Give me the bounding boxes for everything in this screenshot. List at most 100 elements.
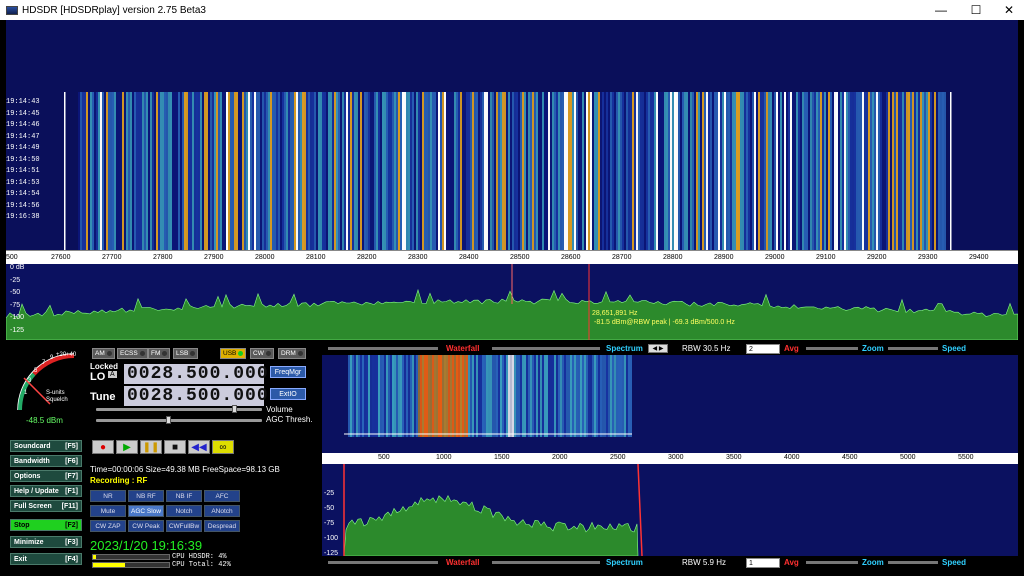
zoom-slider[interactable] (806, 347, 858, 350)
speed-slider[interactable] (888, 347, 938, 350)
af-wf-contrast-slider[interactable] (328, 561, 438, 564)
af-spectrum[interactable]: -25 -50 -75 -100 -125 (322, 464, 1018, 557)
side-button-label: Stop (14, 521, 30, 529)
agc-threshold-label: AGC Thresh. (266, 415, 313, 424)
mode-fm-button[interactable]: FM (148, 348, 171, 359)
dsp-notch-button[interactable]: Notch (166, 505, 202, 517)
dsp-nb-rf-button[interactable]: NB RF (128, 490, 164, 502)
smeter-tick: 9 (50, 355, 54, 361)
dsp-cw-peak-button[interactable]: CW Peak (128, 520, 164, 532)
dsp-nr-button[interactable]: NR (90, 490, 126, 502)
pause-button[interactable]: ❚❚ (140, 440, 162, 454)
play-button[interactable]: ▶ (116, 440, 138, 454)
spectrum-contrast-slider[interactable] (492, 347, 600, 350)
side-button-key: [F4] (65, 555, 78, 563)
dsp-mute-button[interactable]: Mute (90, 505, 126, 517)
af-frequency-tick: 1000 (436, 454, 452, 461)
side-button-help-update[interactable]: Help / Update [F1] (10, 485, 82, 497)
close-window-button[interactable]: ✕ (994, 0, 1024, 20)
af-rbw-select[interactable]: 1 (746, 558, 780, 568)
stop-playback-button[interactable]: ■ (164, 440, 186, 454)
side-button-key: [F7] (65, 472, 78, 480)
lo-label: LO (90, 371, 106, 383)
maximize-window-button[interactable]: ☐ (961, 0, 991, 20)
side-button-key: [F2] (65, 521, 78, 529)
frequency-tick: 28000 (255, 254, 275, 261)
frequency-tick: 29200 (867, 254, 887, 261)
spectrum-db-label: -25 (10, 276, 21, 284)
side-button-exit[interactable]: Exit [F4] (10, 553, 82, 565)
side-button-options[interactable]: Options [F7] (10, 470, 82, 482)
waterfall-canvas[interactable] (6, 20, 1018, 250)
side-button-stop[interactable]: Stop [F2] (10, 519, 82, 531)
side-button-bandwidth[interactable]: Bandwidth [F6] (10, 455, 82, 467)
frequency-tick: 27800 (153, 254, 173, 261)
af-zoom-label: Zoom (862, 558, 884, 567)
frequency-tick: 28600 (561, 254, 581, 261)
waterfall-timestamp: 19:14:43 (6, 98, 40, 106)
record-button[interactable]: ● (92, 440, 114, 454)
wf-contrast-slider[interactable] (328, 347, 438, 350)
af-speed-label: Speed (942, 558, 967, 567)
waterfall-timestamp: 19:14:47 (6, 132, 40, 141)
squelch-label[interactable]: Squelch (46, 397, 68, 403)
af-waterfall[interactable] (322, 355, 1018, 453)
loop-button[interactable]: ∞ (212, 440, 234, 454)
waterfall-timestamp: 19:14:56 (6, 201, 40, 210)
af-waterfall-label: Waterfall (446, 558, 480, 567)
mode-am-button[interactable]: AM (92, 348, 115, 359)
freqmgr-button[interactable]: FreqMgr (270, 366, 306, 378)
extio-button[interactable]: ExtIO (270, 388, 306, 400)
smeter-tick: +20 (56, 352, 67, 358)
dsp-cw-zap-button[interactable]: CW ZAP (90, 520, 126, 532)
mode-drm-button[interactable]: DRM (278, 348, 306, 359)
af-spectrum-contrast-slider[interactable] (492, 561, 600, 564)
side-button-minimize[interactable]: Minimize [F3] (10, 536, 82, 548)
af-zoom-slider[interactable] (806, 561, 858, 564)
af-db-label: -75 (324, 520, 335, 527)
rewind-button[interactable]: ◀◀ (188, 440, 210, 454)
frequency-tick: 28700 (612, 254, 632, 261)
mode-usb-button[interactable]: USB (220, 348, 247, 359)
signal-level: -48.5 dBm (26, 416, 63, 425)
waterfall-timestamp: 19:14:49 (6, 144, 40, 152)
dsp-afc-button[interactable]: AFC (204, 490, 240, 502)
side-button-full-screen[interactable]: Full Screen [F11] (10, 500, 82, 512)
dsp-nb-if-button[interactable]: NB IF (166, 490, 202, 502)
smeter-label: S-units (46, 390, 65, 396)
main-spectrum[interactable]: 0 dB -25 -50 -75 -100 -125 28,651,891 Hz -81.… (6, 264, 1018, 340)
lo-a-button[interactable]: A (108, 371, 117, 378)
af-spectrum-canvas[interactable] (322, 464, 1018, 556)
mode-cw-button[interactable]: CW (250, 348, 274, 359)
mode-lsb-button[interactable]: LSB (173, 348, 199, 359)
recording-mode: Recording : RF (90, 476, 148, 485)
side-button-label: Options (14, 472, 41, 480)
rbw-select[interactable]: 2 (746, 344, 780, 354)
dsp-cwfullbw-button[interactable]: CWFullBw (166, 520, 202, 532)
agc-threshold-slider[interactable] (96, 416, 262, 424)
frequency-tick: 29000 (765, 254, 785, 261)
frequency-tick: 28100 (306, 254, 326, 261)
volume-slider[interactable] (96, 405, 262, 413)
main-waterfall[interactable]: 19:14:43 19:14:45 19:14:46 19:14:47 19:14:49… (6, 20, 1018, 250)
side-button-label: Bandwidth (14, 457, 50, 465)
af-waterfall-canvas[interactable] (322, 355, 1018, 453)
frequency-scale[interactable]: 500 27600 27700 27800 27900 28000 28100 28200 28… (6, 250, 1018, 264)
side-button-key: [F3] (65, 538, 78, 546)
dsp-despread-button[interactable]: Despread (204, 520, 240, 532)
lo-lock-status: Locked (90, 362, 119, 371)
af-speed-slider[interactable] (888, 561, 938, 564)
dsp-anotch-button[interactable]: ANotch (204, 505, 240, 517)
spectrum-canvas[interactable] (6, 264, 1018, 340)
frequency-tick: 27700 (102, 254, 122, 261)
side-button-soundcard[interactable]: Soundcard [F5] (10, 440, 82, 452)
rbw-step-buttons[interactable]: ◀ ▶ (648, 344, 668, 353)
frequency-tick: 29100 (816, 254, 836, 261)
mode-ecss-button[interactable]: ECSS (117, 348, 148, 359)
minimize-window-button[interactable]: — (926, 0, 956, 20)
af-db-label: -125 (324, 550, 339, 557)
tune-frequency-display[interactable]: 0028.500.000 (124, 386, 268, 406)
lo-frequency-display[interactable]: 0028.500.000 (124, 364, 268, 384)
dsp-agc-slow-button[interactable]: AGC Slow (128, 505, 164, 517)
af-frequency-scale[interactable]: 500 1000 1500 2000 2500 3000 3500 4000 4500 5000 5… (322, 453, 1018, 464)
